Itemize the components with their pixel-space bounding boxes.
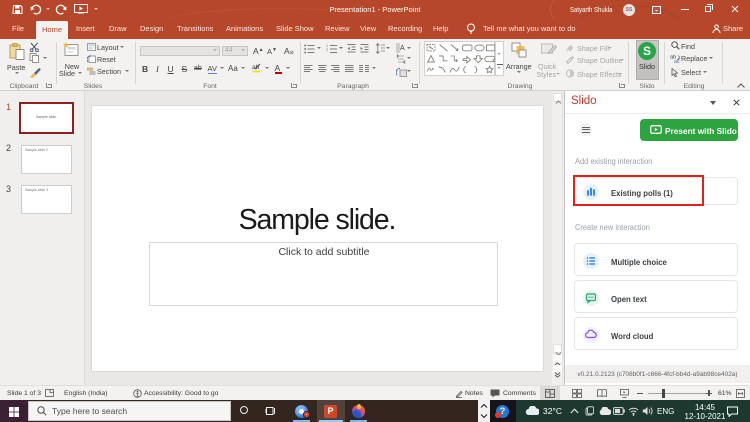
svg-text:A: A — [400, 45, 405, 52]
svg-text:ac: ac — [674, 59, 680, 63]
svg-text:2: 2 — [326, 47, 329, 52]
